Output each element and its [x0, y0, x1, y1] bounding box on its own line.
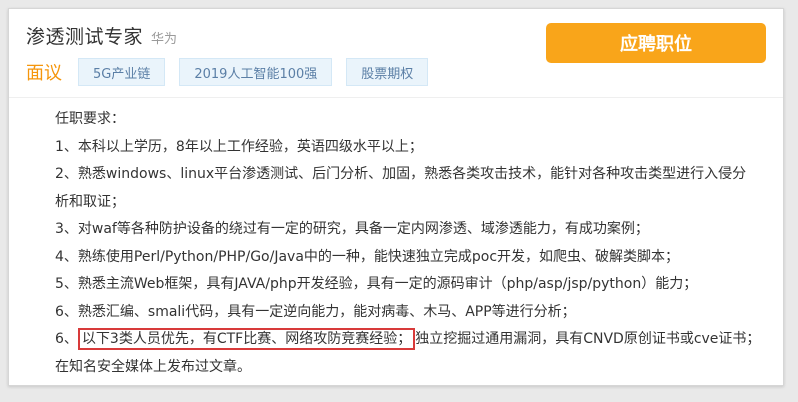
requirement-line-7: 6、 以下3类人员优先，有CTF比赛、网络攻防竞赛经验； 独立挖掘过通用漏洞，具有C… — [55, 326, 760, 354]
tags-row: 面议 5G产业链 2019人工智能100强 股票期权 — [26, 58, 442, 86]
apply-button[interactable]: 应聘职位 — [546, 23, 766, 63]
requirement-line-2b: 析和取证； — [55, 193, 125, 210]
requirement-line-5: 5、熟悉主流Web框架，具有JAVA/php开发经验，具有一定的源码审计（php… — [55, 276, 698, 292]
requirement-line-7-prefix: 6、 — [55, 331, 78, 347]
job-title: 渗透测试专家 — [26, 26, 144, 48]
tag-ai100: 2019人工智能100强 — [179, 58, 333, 86]
requirement-line-1: 1、本科以上学历，8年以上工作经验，英语四级水平以上； — [55, 138, 423, 155]
requirements-heading: 任职要求： — [55, 111, 125, 127]
requirement-line-2a: 2、熟悉windows、linux平台渗透测试、后门分析、加固，熟悉各类攻击技术… — [55, 166, 747, 182]
job-requirements: 任职要求： 1、本科以上学历，8年以上工作经验，英语四级水平以上； 2、熟悉wi… — [55, 106, 760, 381]
requirement-line-6: 6、熟悉汇编、smali代码，具有一定逆向能力，能对病毒、木马、APP等进行分析… — [55, 303, 576, 320]
tag-stock-options: 股票期权 — [346, 58, 429, 86]
requirement-line-7-rest: 独立挖掘过通用漏洞，具有CNVD原创证书或cve证书； — [415, 331, 761, 347]
requirement-line-4: 4、熟练使用Perl/Python/PHP/Go/Java中的一种，能快速独立完… — [55, 248, 680, 265]
job-header: 渗透测试专家 华为 应聘职位 面议 5G产业链 2019人工智能100强 股票期… — [9, 9, 783, 98]
title-row: 渗透测试专家 华为 — [26, 22, 177, 49]
highlighted-requirement: 以下3类人员优先，有CTF比赛、网络攻防竞赛经验； — [77, 328, 416, 350]
job-card: 渗透测试专家 华为 应聘职位 面议 5G产业链 2019人工智能100强 股票期… — [8, 8, 784, 386]
company-name[interactable]: 华为 — [151, 28, 177, 47]
requirement-line-8: 在知名安全媒体上发布过文章。 — [55, 358, 251, 375]
tag-5g: 5G产业链 — [78, 58, 166, 86]
salary-label: 面议 — [26, 63, 62, 84]
requirement-line-3: 3、对waf等各种防护设备的绕过有一定的研究，具备一定内网渗透、域渗透能力，有成… — [55, 221, 649, 237]
